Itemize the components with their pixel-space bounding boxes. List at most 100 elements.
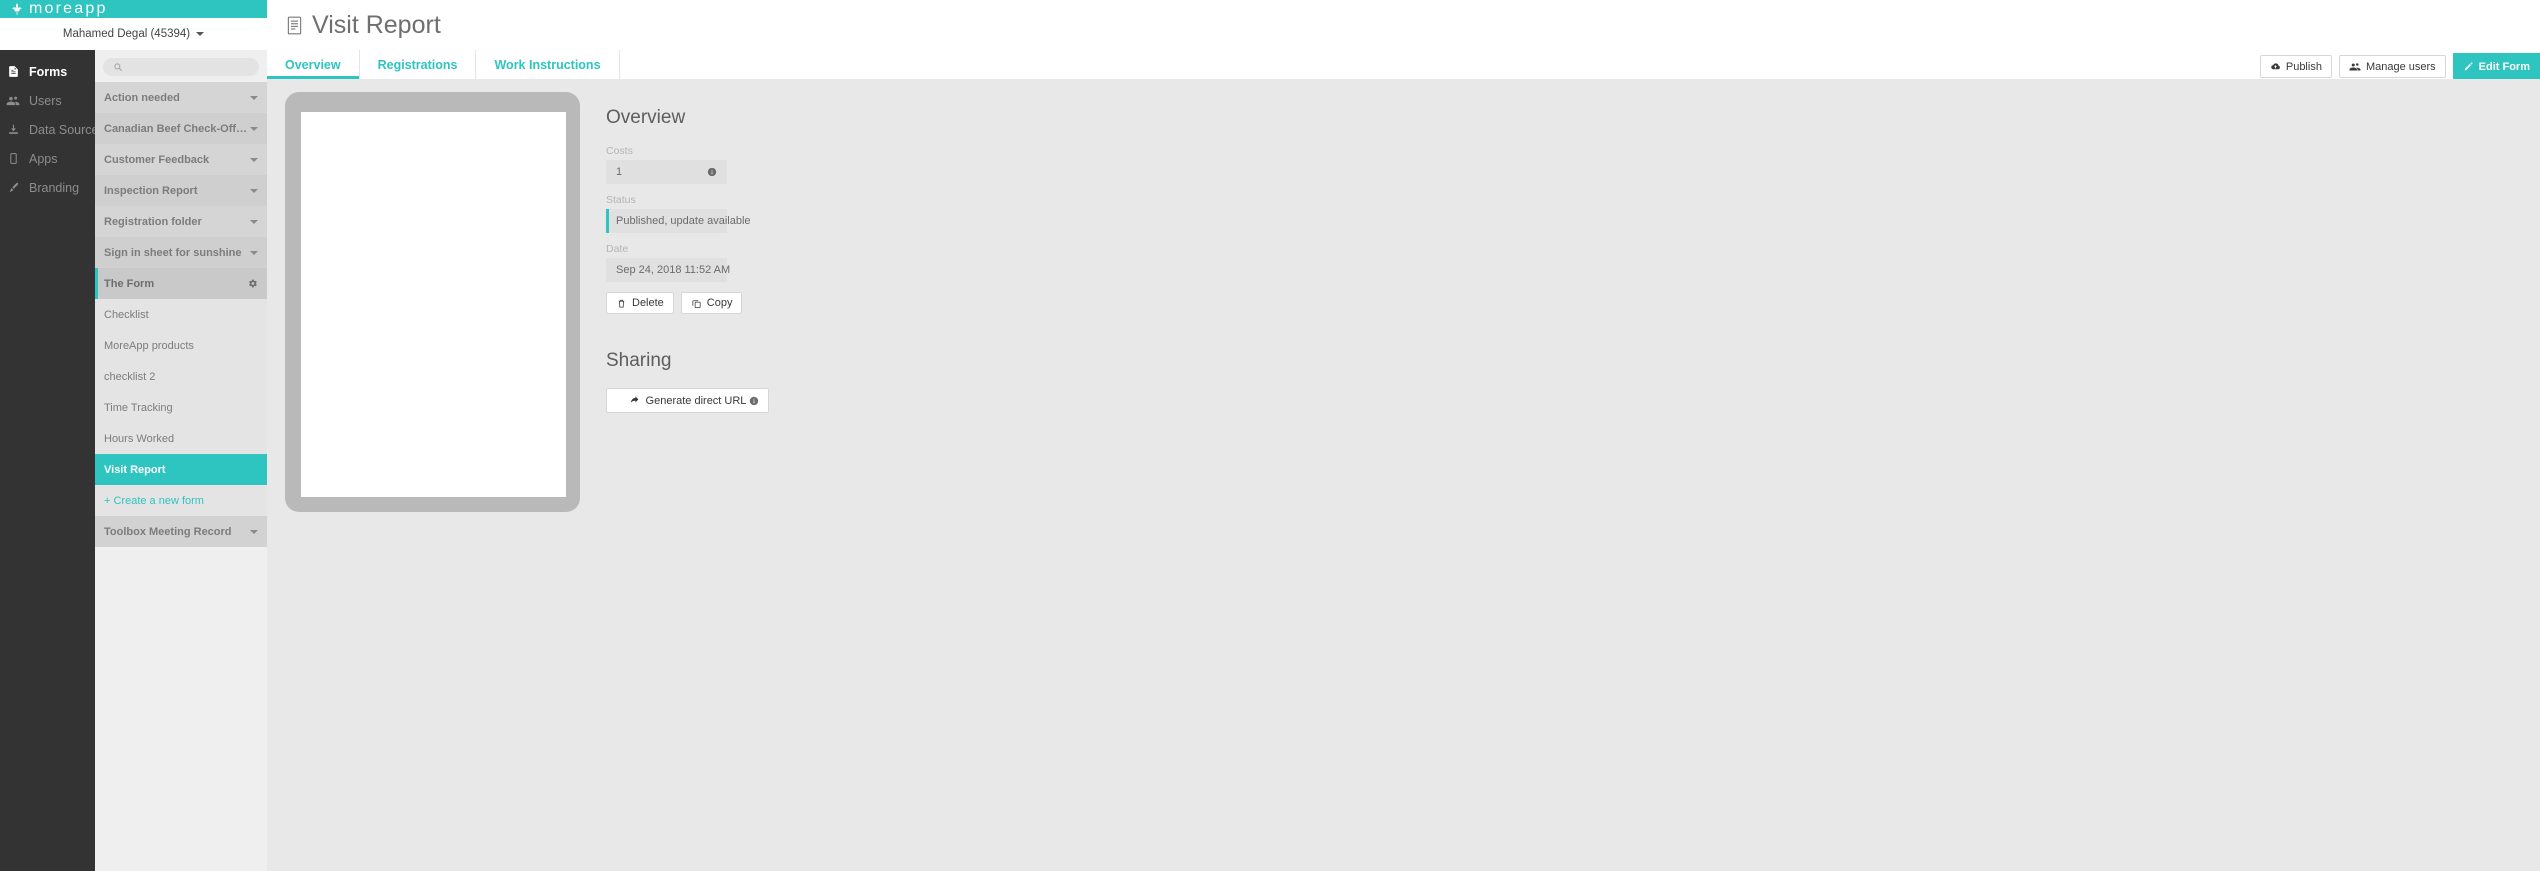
- info-icon[interactable]: [749, 396, 759, 406]
- content-area: Overview Costs 1 Status Published, updat…: [267, 79, 2540, 871]
- caret-down-icon[interactable]: [250, 126, 258, 131]
- tab-label: Overview: [285, 57, 341, 72]
- delete-button[interactable]: Delete: [606, 292, 674, 314]
- edit-form-button[interactable]: Edit Form: [2452, 53, 2540, 80]
- sharing-block: Sharing Generate direct URL: [606, 350, 1006, 413]
- page-title-bar: Visit Report: [267, 0, 2540, 50]
- manage-users-button[interactable]: Manage users: [2338, 55, 2446, 78]
- form-list-item[interactable]: Checklist: [95, 299, 267, 330]
- caret-down-icon[interactable]: [250, 188, 258, 193]
- caret-down-icon[interactable]: [250, 219, 258, 224]
- brand-bar: moreapp: [0, 0, 267, 18]
- moreapp-leaf-icon: [10, 2, 24, 16]
- form-preview-phone: [285, 92, 580, 512]
- folder-label: Inspection Report: [104, 184, 198, 197]
- document-icon: [0, 65, 26, 78]
- sidebar-item-label: Branding: [29, 180, 80, 195]
- folder-row[interactable]: Customer Feedback: [95, 144, 267, 175]
- tab-work-instructions[interactable]: Work Instructions: [476, 50, 620, 79]
- form-label: MoreApp products: [104, 339, 194, 352]
- form-list-item[interactable]: MoreApp products: [95, 330, 267, 361]
- form-label: Visit Report: [104, 463, 166, 476]
- gear-icon[interactable]: [247, 278, 258, 289]
- date-label: Date: [606, 243, 629, 255]
- header-actions: Publish Manage users Edit Form: [2253, 53, 2540, 80]
- main-area: Visit Report Overview Registrations Work…: [267, 0, 2540, 871]
- pencil-icon: [2463, 61, 2474, 72]
- search-input[interactable]: [128, 61, 248, 73]
- sidebar-item-branding[interactable]: Branding: [0, 173, 95, 202]
- folder-label: Customer Feedback: [104, 153, 210, 166]
- publish-button[interactable]: Publish: [2259, 55, 2332, 78]
- folder-label: Canadian Beef Check-Off Inspec...: [104, 122, 250, 135]
- users-icon: [0, 94, 26, 108]
- form-label: Checklist: [104, 308, 149, 321]
- folder-label: The Form: [104, 277, 155, 290]
- copy-label: Copy: [706, 297, 733, 309]
- overview-panel: Overview Costs 1 Status Published, updat…: [606, 107, 1006, 413]
- brand-wordmark: moreapp: [29, 0, 108, 17]
- info-icon[interactable]: [707, 167, 717, 177]
- share-external-icon: [629, 395, 640, 406]
- form-list-item[interactable]: checklist 2: [95, 361, 267, 392]
- form-label: Time Tracking: [104, 401, 173, 414]
- users-icon: [2349, 61, 2361, 73]
- folder-row[interactable]: Canadian Beef Check-Off Inspec...: [95, 113, 267, 144]
- sidebar-item-label: Users: [29, 93, 62, 108]
- folder-row[interactable]: Action needed: [95, 82, 267, 113]
- caret-down-icon: [196, 32, 205, 36]
- publish-label: Publish: [2285, 60, 2322, 73]
- search-wrap: [95, 50, 267, 82]
- caret-down-icon[interactable]: [250, 157, 258, 162]
- folder-row[interactable]: Registration folder: [95, 206, 267, 237]
- sidebar-item-apps[interactable]: Apps: [0, 144, 95, 173]
- folder-row[interactable]: Inspection Report: [95, 175, 267, 206]
- sidebar-item-label: Apps: [29, 151, 58, 166]
- delete-label: Delete: [632, 297, 664, 309]
- create-new-form-label: + Create a new form: [104, 494, 204, 507]
- folder-row[interactable]: Sign in sheet for sunshine: [95, 237, 267, 268]
- copy-icon: [691, 298, 702, 309]
- overview-heading: Overview: [606, 107, 686, 128]
- status-label: Status: [606, 194, 636, 206]
- folder-row[interactable]: Toolbox Meeting Record: [95, 516, 267, 547]
- copy-button[interactable]: Copy: [680, 292, 743, 314]
- form-list-item-selected[interactable]: Visit Report: [95, 454, 267, 485]
- costs-label: Costs: [606, 145, 633, 157]
- sidebar-item-data-sources[interactable]: Data Sources: [0, 115, 105, 144]
- folder-label: Sign in sheet for sunshine: [104, 246, 242, 259]
- tab-overview[interactable]: Overview: [267, 50, 360, 79]
- manage-users-label: Manage users: [2365, 60, 2436, 73]
- forms-list-panel: Action needed Canadian Beef Check-Off In…: [95, 50, 267, 871]
- caret-down-icon[interactable]: [250, 95, 258, 100]
- caret-down-icon[interactable]: [250, 529, 258, 534]
- create-new-form-button[interactable]: + Create a new form: [95, 485, 267, 516]
- account-menu[interactable]: Mahamed Degal (45394): [0, 18, 267, 50]
- search-icon: [113, 62, 123, 72]
- tab-registrations[interactable]: Registrations: [360, 50, 477, 79]
- cloud-upload-icon: [2270, 61, 2281, 72]
- sidebar-item-forms[interactable]: Forms: [0, 57, 95, 86]
- tab-label: Work Instructions: [494, 57, 601, 72]
- generate-direct-url-label: Generate direct URL: [645, 394, 747, 407]
- costs-value: 1: [616, 166, 623, 178]
- tabs-bar: Overview Registrations Work Instructions: [267, 50, 2540, 79]
- search-box[interactable]: [103, 58, 259, 76]
- status-field: Published, update available: [606, 209, 751, 233]
- folder-label: Action needed: [104, 91, 180, 104]
- form-list-item[interactable]: Time Tracking: [95, 392, 267, 423]
- app-root: moreapp Mahamed Degal (45394) Forms User…: [0, 0, 2540, 871]
- tab-label: Registrations: [377, 57, 458, 72]
- sidebar-item-label: Forms: [29, 64, 68, 79]
- folder-row-open[interactable]: The Form: [95, 268, 267, 299]
- sidebar-item-users[interactable]: Users: [0, 86, 95, 115]
- form-label: Hours Worked: [104, 432, 175, 445]
- generate-direct-url-button[interactable]: Generate direct URL: [606, 388, 769, 413]
- date-field: Sep 24, 2018 11:52 AM: [606, 258, 730, 282]
- page-title: Visit Report: [312, 10, 441, 39]
- caret-down-icon[interactable]: [250, 250, 258, 255]
- form-list-item[interactable]: Hours Worked: [95, 423, 267, 454]
- paintbrush-icon: [0, 181, 26, 194]
- form-document-icon: [284, 15, 305, 36]
- sidebar-item-label: Data Sources: [29, 122, 105, 137]
